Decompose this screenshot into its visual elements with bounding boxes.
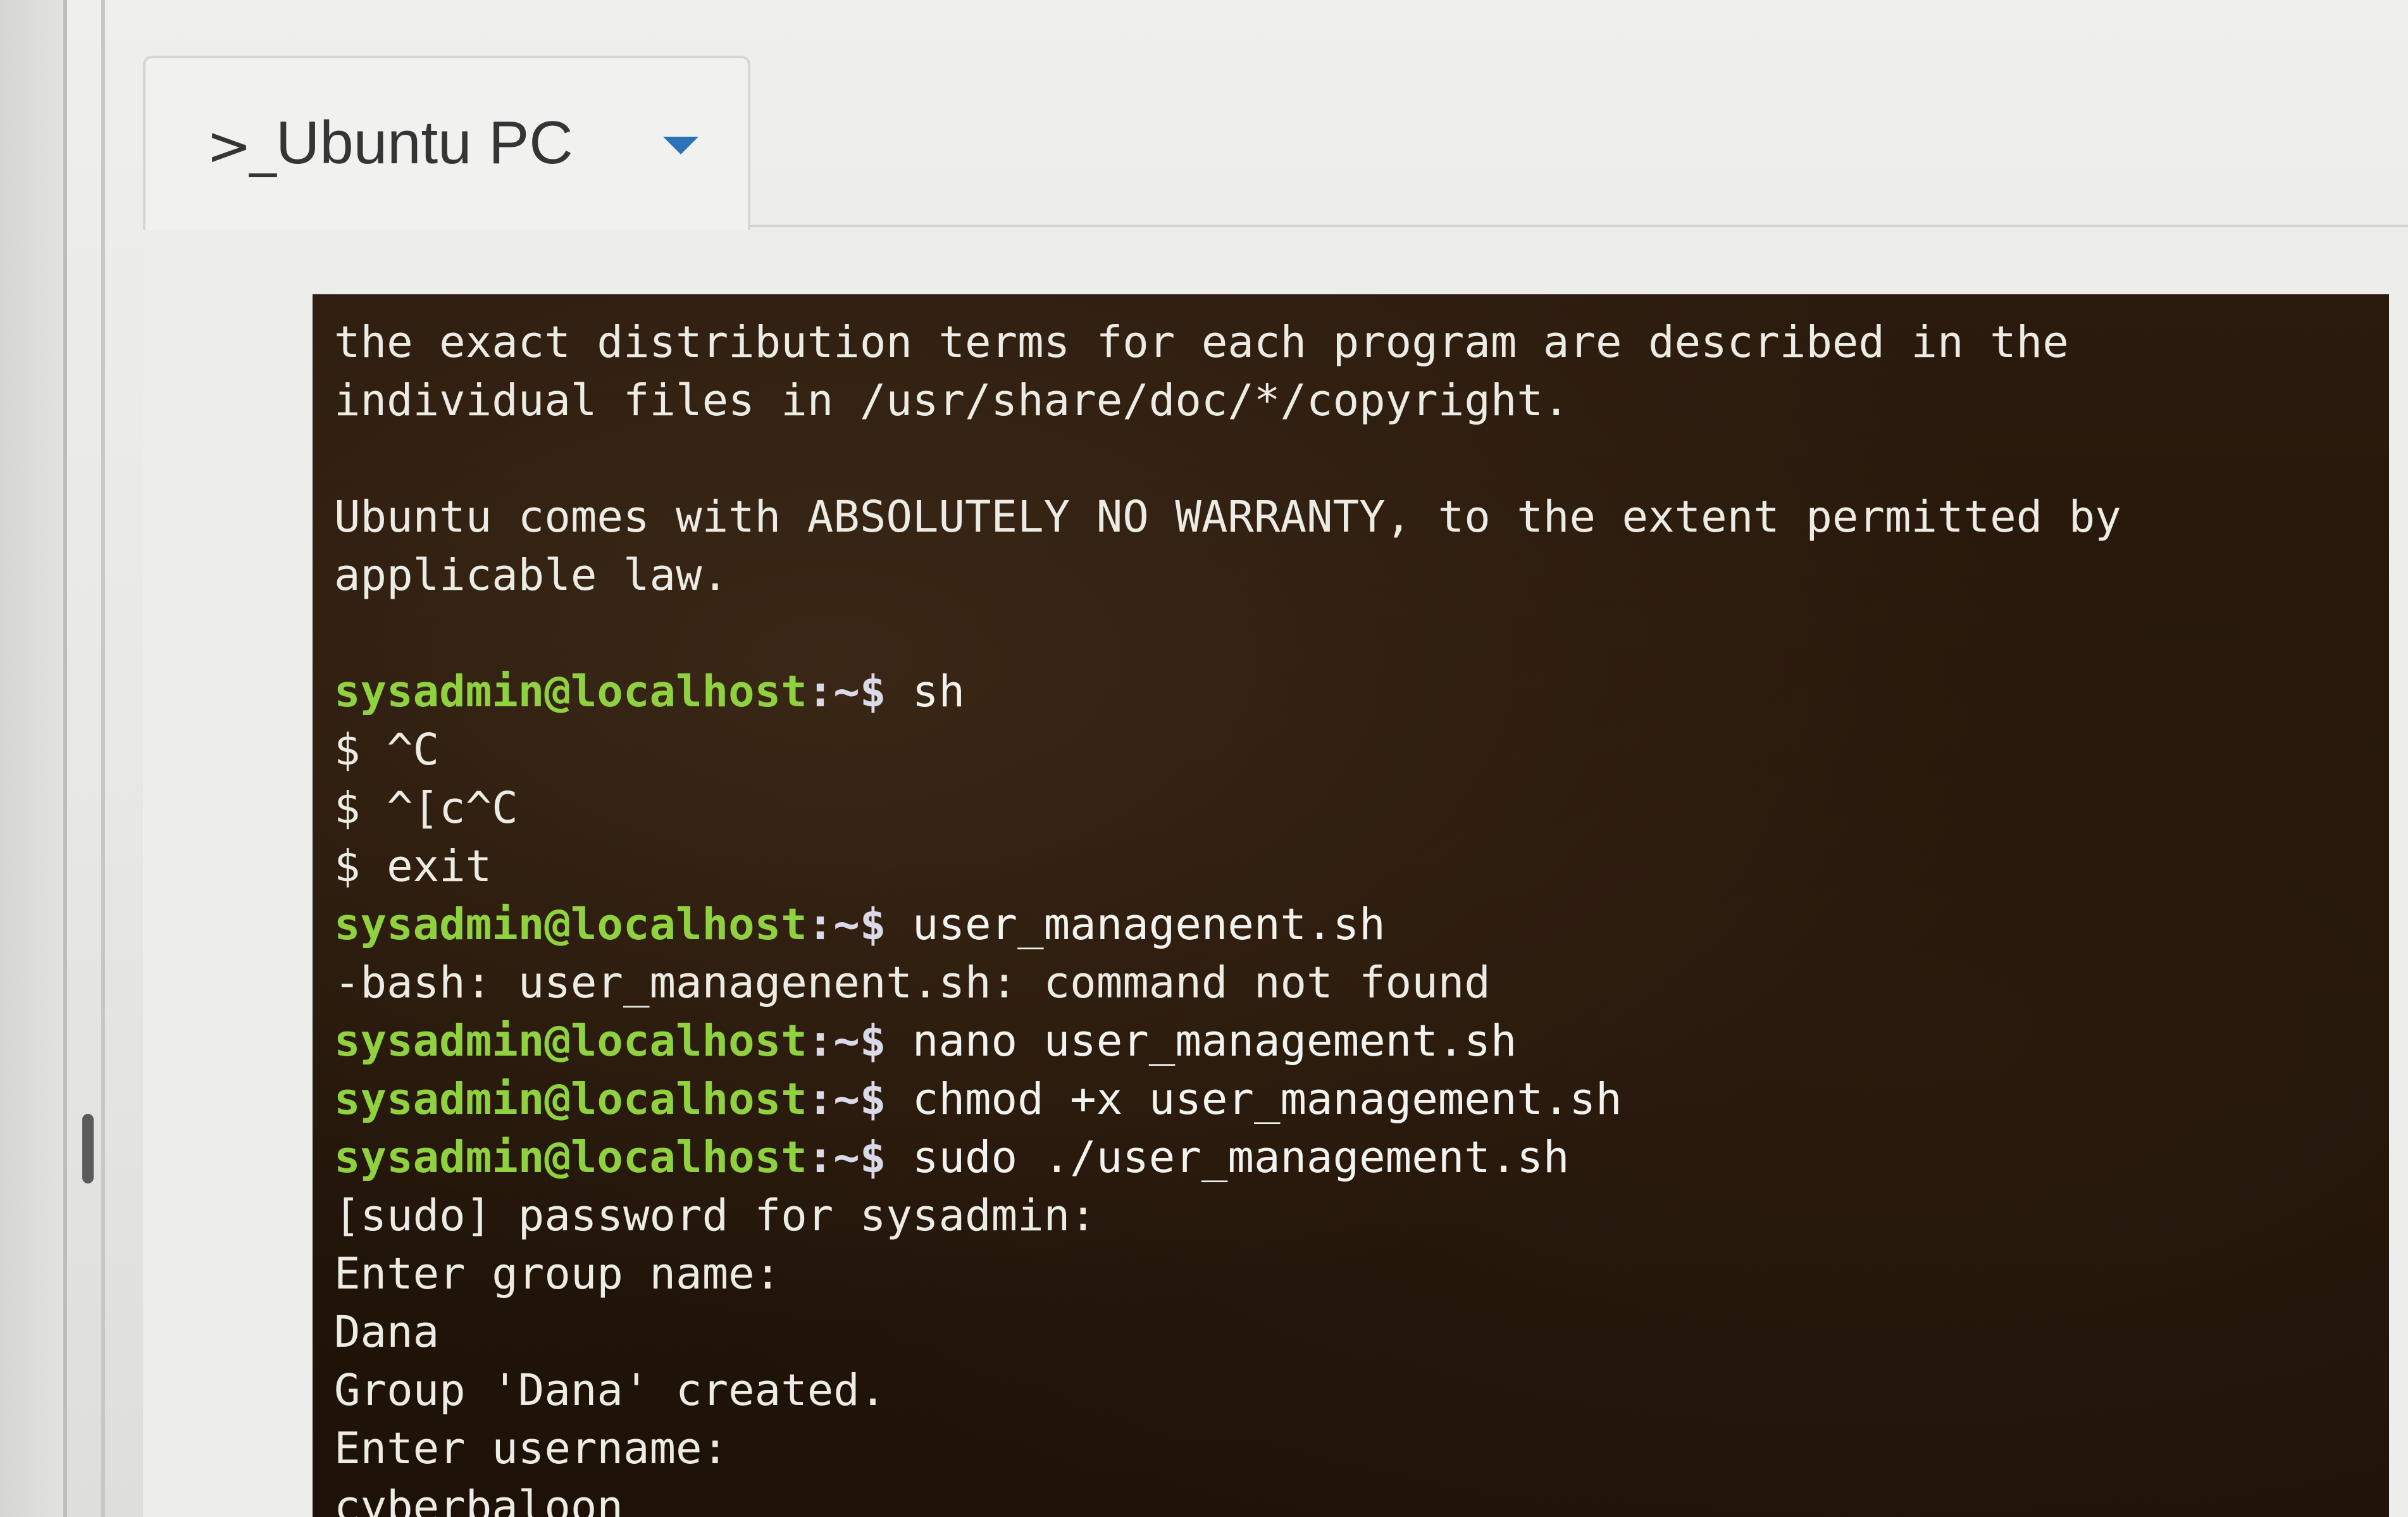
- tab-label: Ubuntu PC: [276, 109, 573, 177]
- prompt-user-host: sysadmin@localhost: [334, 1074, 807, 1125]
- left-rail-divider: [63, 0, 67, 1517]
- prompt-path: :~$: [807, 1074, 886, 1125]
- terminal-output: the exact distribution terms for each pr…: [334, 313, 2121, 1517]
- caret-down-icon[interactable]: [663, 137, 698, 154]
- command-text: chmod +x user_management.sh: [886, 1074, 1622, 1125]
- output-line: applicable law.: [334, 550, 729, 601]
- prompt-line: sysadmin@localhost:~$ chmod +x user_mana…: [334, 1070, 2121, 1128]
- output-line: Ubuntu comes with ABSOLUTELY NO WARRANTY…: [334, 492, 2121, 542]
- output-line: [sudo] password for sysadmin:: [334, 1190, 1096, 1241]
- prompt-line: sysadmin@localhost:~$ nano user_manageme…: [334, 1012, 2121, 1070]
- output-line: individual files in /usr/share/doc/*/cop…: [334, 375, 1570, 426]
- output-line: Dana: [334, 1307, 440, 1358]
- command-text: user_managenent.sh: [886, 899, 1386, 950]
- output-line: $ exit: [334, 841, 492, 892]
- prompt-user-host: sysadmin@localhost: [334, 1132, 807, 1183]
- prompt-path: :~$: [807, 899, 886, 950]
- prompt-user-host: sysadmin@localhost: [334, 1016, 807, 1066]
- output-line: $ ^[c^C: [334, 783, 518, 833]
- output-line: the exact distribution terms for each pr…: [334, 317, 2069, 368]
- left-rail: [0, 0, 63, 1517]
- page: >_ Ubuntu PC the exact distribution term…: [0, 0, 2408, 1517]
- output-line: Enter username:: [334, 1423, 729, 1474]
- output-line: cyberbaloon: [334, 1482, 623, 1517]
- output-line: Group 'Dana' created.: [334, 1365, 886, 1416]
- command-text: sh: [886, 666, 965, 717]
- terminal-prompt-icon: >_: [206, 115, 276, 178]
- prompt-path: :~$: [807, 1132, 886, 1183]
- prompt-path: :~$: [807, 666, 886, 717]
- tab-ubuntu-pc[interactable]: >_ Ubuntu PC: [143, 56, 750, 230]
- prompt-path: :~$: [807, 1016, 886, 1066]
- prompt-user-host: sysadmin@localhost: [334, 666, 807, 717]
- command-text: nano user_management.sh: [886, 1016, 1517, 1066]
- terminal-window[interactable]: the exact distribution terms for each pr…: [313, 294, 2389, 1517]
- prompt-user-host: sysadmin@localhost: [334, 899, 807, 950]
- output-line: $ ^C: [334, 725, 440, 775]
- scrollbar-handle[interactable]: [82, 1114, 94, 1183]
- side-divider: [101, 0, 105, 1517]
- output-line: Enter group name:: [334, 1249, 781, 1299]
- output-line: -bash: user_managenent.sh: command not f…: [334, 958, 1491, 1008]
- command-text: sudo ./user_management.sh: [886, 1132, 1570, 1183]
- prompt-line: sysadmin@localhost:~$ sh: [334, 663, 2121, 721]
- prompt-line: sysadmin@localhost:~$ user_managenent.sh: [334, 896, 2121, 954]
- prompt-line: sysadmin@localhost:~$ sudo ./user_manage…: [334, 1128, 2121, 1187]
